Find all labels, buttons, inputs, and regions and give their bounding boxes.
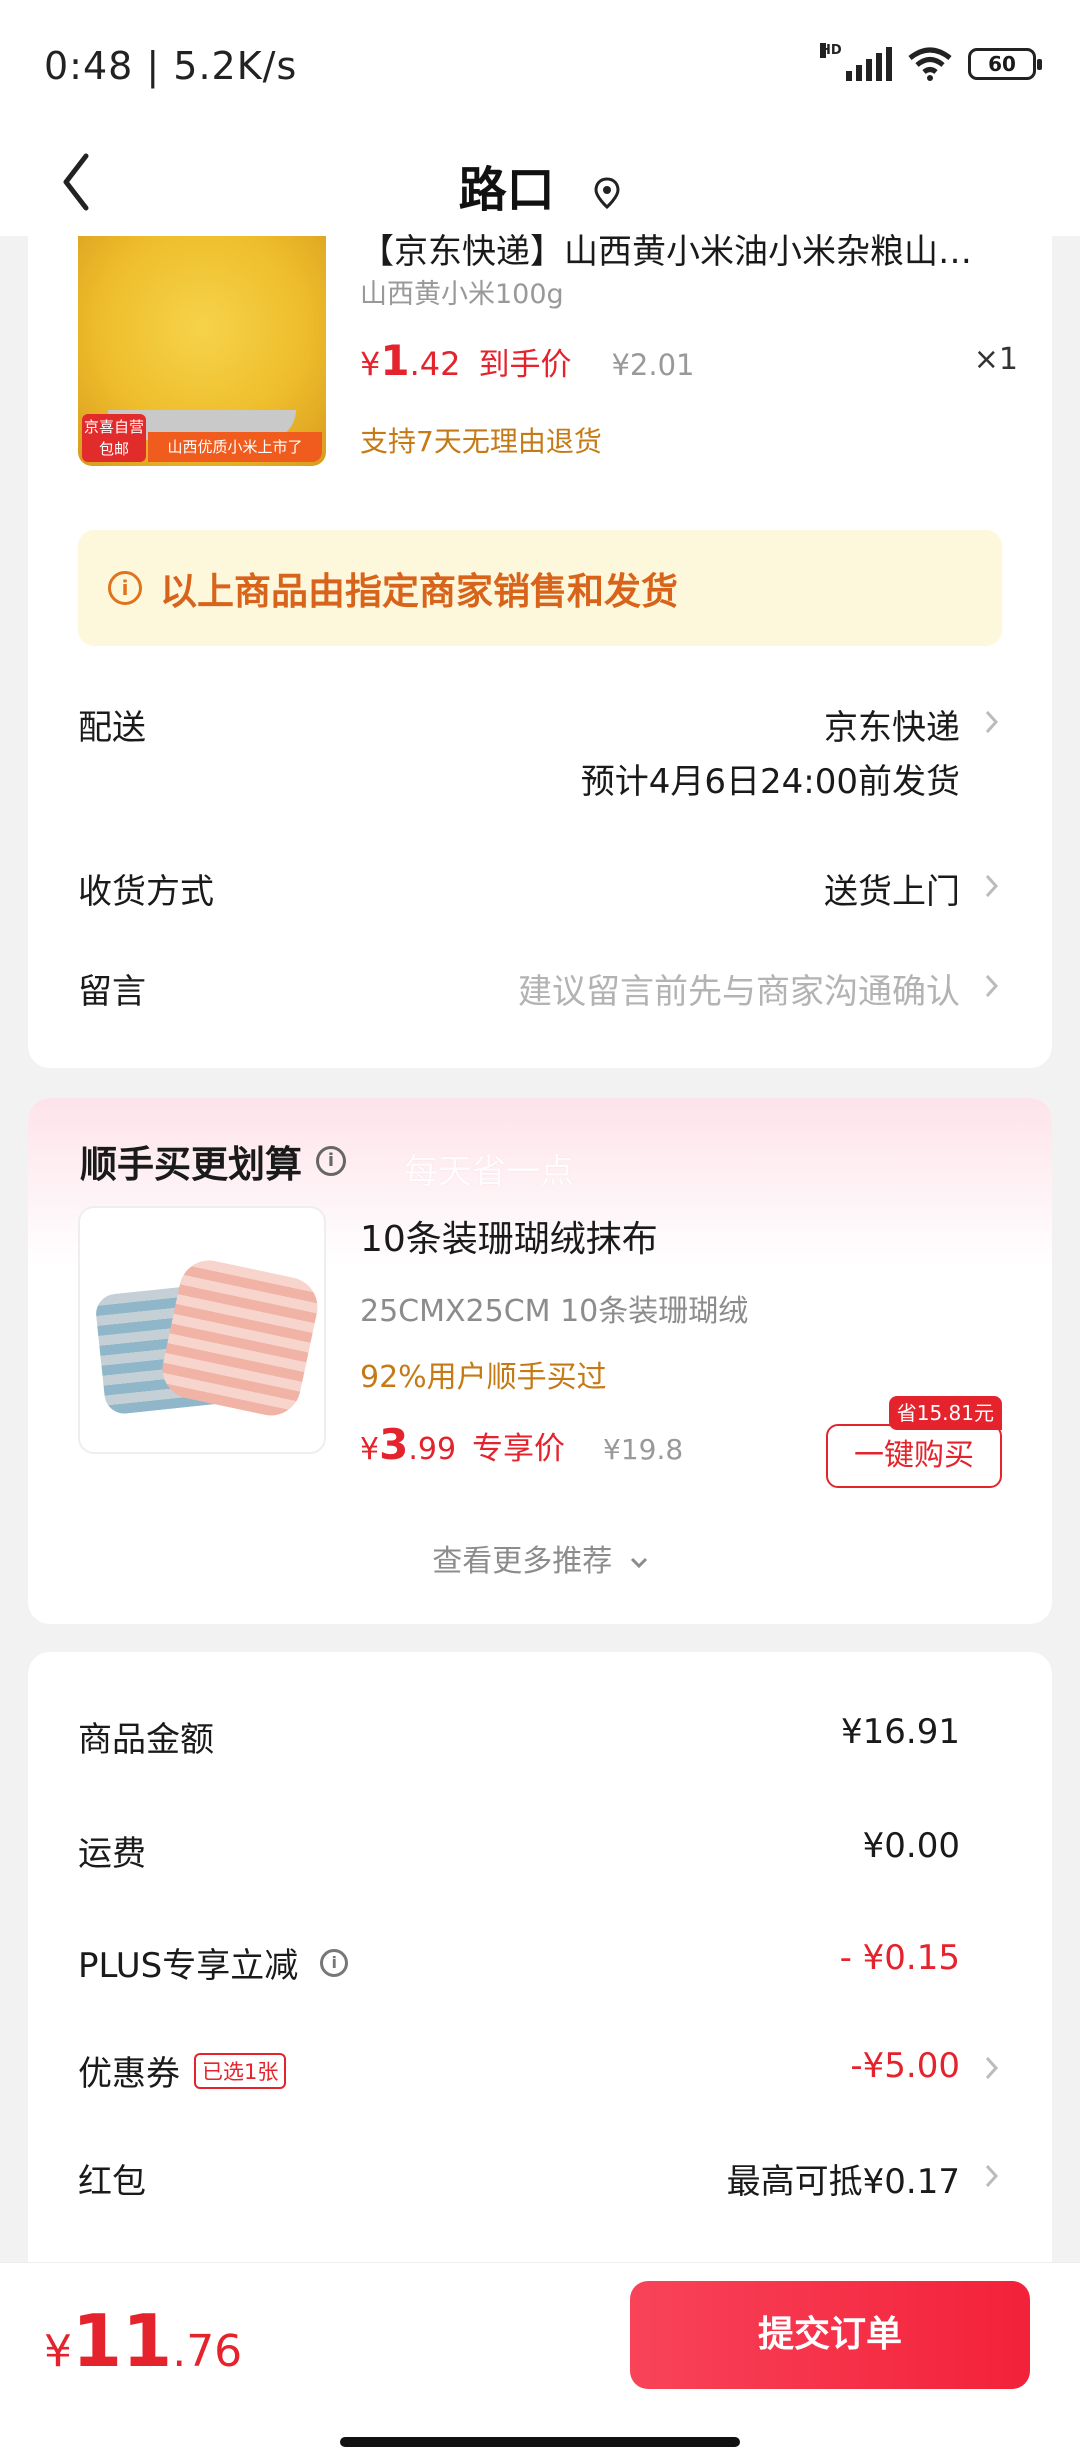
info-icon[interactable]: i <box>316 1146 346 1176</box>
original-price: ¥19.8 <box>603 1433 684 1466</box>
price-currency: ¥ <box>360 1432 380 1467</box>
price-decimal: .99 <box>408 1432 457 1467</box>
coupon-row[interactable]: 优惠券 已选1张 -¥5.00 <box>78 2046 1002 2096</box>
recommend-watermark: 每天省一点 <box>404 1152 574 1192</box>
product-image-tag: 京喜自营 包邮 <box>82 414 146 462</box>
location-pin-icon[interactable] <box>593 176 621 210</box>
goods-amount-label: 商品金额 <box>78 1720 214 1760</box>
goods-amount-value: ¥16.91 <box>841 1712 960 1752</box>
product-price: ¥ 1 .42 到手价 ¥2.01 <box>360 336 695 385</box>
freight-value: ¥0.00 <box>862 1826 960 1866</box>
plus-discount-label: PLUS专享立减 <box>78 1946 299 1986</box>
total-currency: ¥ <box>44 2326 72 2377</box>
price-decimal: .42 <box>409 345 461 383</box>
freight-label: 运费 <box>78 1834 146 1874</box>
page-title: 路口 <box>0 150 1080 220</box>
receive-method-label: 收货方式 <box>78 872 214 912</box>
total-price: ¥ 11 .76 <box>44 2299 242 2383</box>
recommend-card: 顺手买更划算 i 每天省一点 10条装珊瑚绒抹布 25CMX25CM 10条装珊… <box>28 1098 1052 1624</box>
plus-discount-label-wrap: PLUS专享立减 i <box>78 1938 349 1987</box>
red-packet-value: 最高可抵¥0.17 <box>726 2162 960 2202</box>
cloth-pink-image <box>156 1254 324 1422</box>
plus-discount-value: - ¥0.15 <box>839 1938 960 1978</box>
message-row[interactable]: 留言 建议留言前先与商家沟通确认 <box>78 964 1002 1014</box>
return-policy: 支持7天无理由退货 <box>360 425 602 458</box>
price-currency: ¥ <box>360 345 381 383</box>
status-bar: 0:48 | 5.2K/s HD 60 <box>0 0 1080 128</box>
delivery-label: 配送 <box>78 708 146 748</box>
product-tag-bottom: 包邮 <box>98 440 129 458</box>
save-badge: 省15.81元 <box>888 1396 1002 1430</box>
more-recommend-label: 查看更多推荐 <box>432 1544 613 1579</box>
status-icons: HD 60 <box>820 43 1042 82</box>
recommend-item-image[interactable] <box>78 1206 326 1454</box>
recommend-title-text: 顺手买更划算 <box>80 1143 302 1186</box>
network-type: HD <box>820 43 842 58</box>
product-quantity: ×1 <box>973 342 1018 377</box>
product-image[interactable]: 京喜自营 包邮 山西优质小米上市了 <box>78 236 326 466</box>
original-price: ¥2.01 <box>611 348 695 382</box>
page-header: 路口 <box>0 128 1080 236</box>
chevron-right-icon <box>985 874 999 898</box>
seller-notice-text: 以上商品由指定商家销售和发货 <box>160 570 678 613</box>
total-decimal: .76 <box>172 2326 243 2377</box>
wifi-icon <box>908 47 952 81</box>
recommend-title: 顺手买更划算 i <box>80 1134 346 1188</box>
freight-row: 运费 ¥0.00 <box>78 1826 1002 1876</box>
chevron-right-icon <box>985 974 999 998</box>
chevron-down-icon <box>630 1557 647 1568</box>
message-label: 留言 <box>78 972 146 1012</box>
seller-notice: i 以上商品由指定商家销售和发货 <box>78 530 1002 646</box>
recommend-bought-text: 92%用户顺手买过 <box>360 1360 607 1395</box>
recommend-item-name[interactable]: 10条装珊瑚绒抹布 <box>360 1210 658 1262</box>
message-input[interactable]: 建议留言前先与商家沟通确认 <box>518 964 960 1013</box>
info-icon[interactable]: i <box>320 1948 349 1977</box>
recommend-price: ¥ 3 .99 专享价 ¥19.8 <box>360 1420 683 1469</box>
product-tag-top: 京喜自营 <box>83 418 144 436</box>
one-click-buy-button[interactable]: 一键购买 <box>826 1424 1002 1488</box>
page-title-text: 路口 <box>458 162 555 218</box>
coupon-selected-tag: 已选1张 <box>194 2052 287 2089</box>
chevron-right-icon <box>985 2164 999 2188</box>
product-image-banner: 山西优质小米上市了 <box>148 432 322 462</box>
coupon-value: -¥5.00 <box>850 2046 960 2086</box>
receive-method-row[interactable]: 收货方式 送货上门 <box>78 864 1002 914</box>
status-time: 0:48 | 5.2K/s <box>44 44 298 88</box>
chevron-right-icon <box>985 710 999 734</box>
plus-discount-row: PLUS专享立减 i - ¥0.15 <box>78 1938 1002 1988</box>
chevron-right-icon <box>985 2056 999 2080</box>
coupon-label-wrap: 优惠券 已选1张 <box>78 2046 287 2095</box>
coupon-label: 优惠券 <box>78 2054 180 2094</box>
delivery-eta: 预计4月6日24:00前发货 <box>580 762 960 802</box>
goods-amount-row: 商品金额 ¥16.91 <box>78 1712 1002 1762</box>
more-recommend-link[interactable]: 查看更多推荐 <box>28 1536 1052 1580</box>
home-indicator[interactable] <box>340 2437 740 2447</box>
total-integer: 11 <box>72 2299 173 2383</box>
red-packet-row[interactable]: 红包 最高可抵¥0.17 <box>78 2154 1002 2204</box>
red-packet-label: 红包 <box>78 2162 146 2202</box>
recommend-item-spec: 25CMX25CM 10条装珊瑚绒 <box>360 1294 749 1329</box>
battery-level: 60 <box>988 52 1016 76</box>
price-integer: 1 <box>380 336 410 385</box>
price-label: 专享价 <box>472 1431 566 1467</box>
order-product-card: 京喜自营 包邮 山西优质小米上市了 【京东快递】山西黄小米油小米杂粮山… 山西黄… <box>28 232 1052 1068</box>
product-spec: 山西黄小米100g <box>360 279 564 310</box>
delivery-row[interactable]: 配送 京东快递 预计4月6日24:00前发货 <box>78 700 1002 802</box>
submit-order-button[interactable]: 提交订单 <box>630 2281 1030 2389</box>
product-title[interactable]: 【京东快递】山西黄小米油小米杂粮山… <box>360 224 1020 273</box>
checkout-bar: ¥ 11 .76 提交订单 <box>0 2262 1080 2460</box>
battery-icon: 60 <box>968 48 1042 80</box>
signal-icon: HD <box>820 43 892 81</box>
price-integer: 3 <box>379 1420 409 1469</box>
delivery-value: 京东快递 <box>824 708 960 748</box>
receive-method-value: 送货上门 <box>824 872 960 912</box>
price-label: 到手价 <box>478 347 572 383</box>
info-icon: i <box>108 571 142 605</box>
